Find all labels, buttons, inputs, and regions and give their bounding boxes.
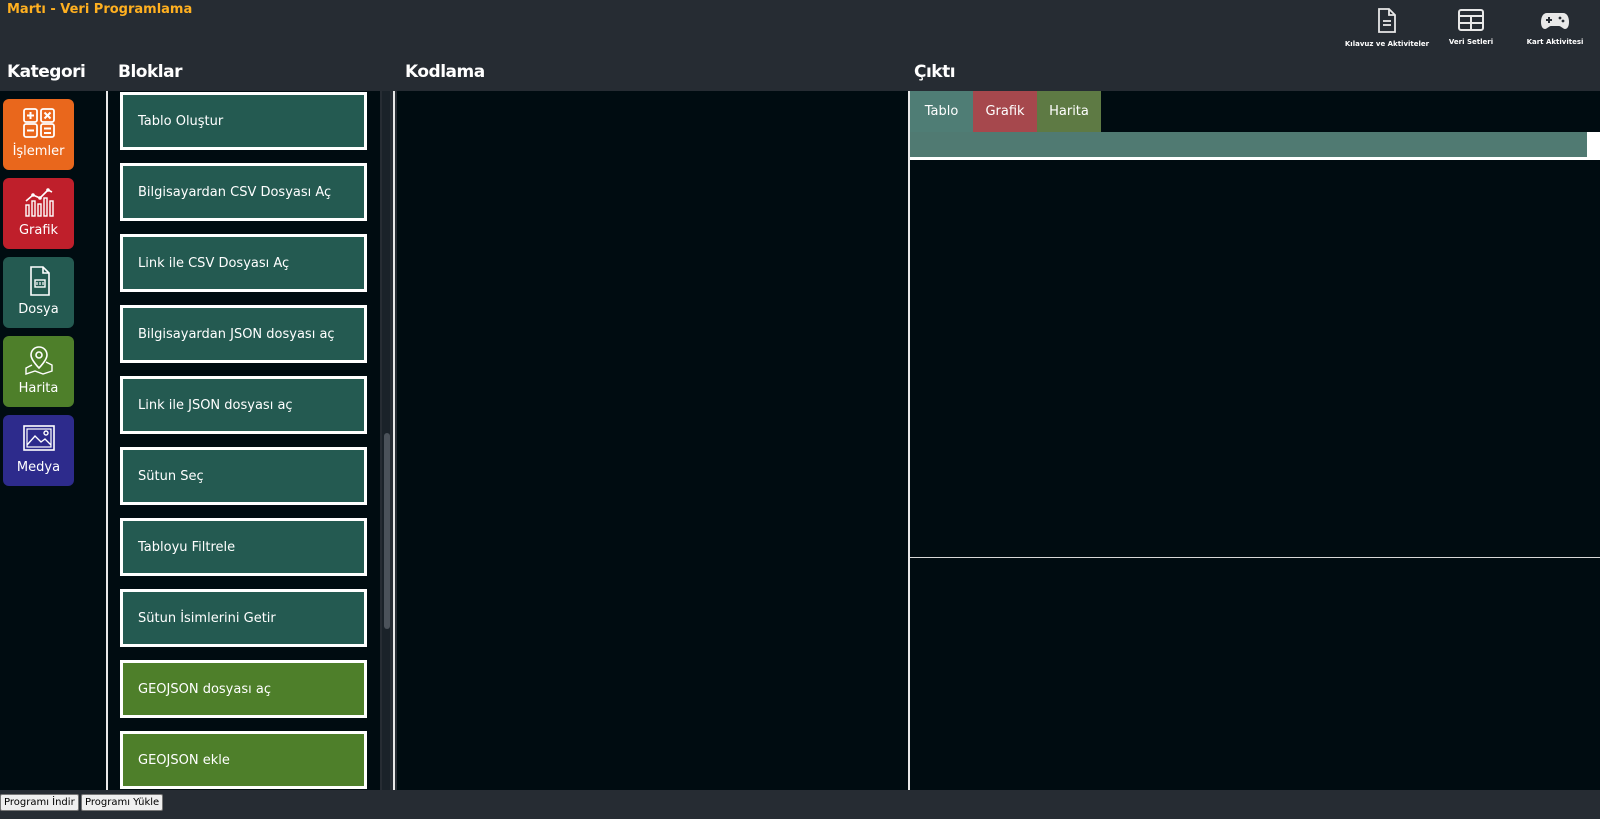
tab-tablo[interactable]: Tablo [910, 91, 973, 132]
blocks-panel: Tablo Oluştur Bilgisayardan CSV Dosyası … [108, 91, 380, 790]
category-panel: İşlemler Grafik Dosya Harita Medya [0, 91, 106, 790]
category-grafik[interactable]: Grafik [3, 178, 74, 249]
guide-activities-button[interactable]: Kılavuz ve Aktiviteler [1342, 8, 1432, 48]
card-activity-button[interactable]: Kart Aktivitesi [1510, 8, 1600, 46]
guide-activities-label: Kılavuz ve Aktiviteler [1344, 40, 1430, 48]
block-tabloyu-filtrele[interactable]: Tabloyu Filtrele [120, 518, 367, 576]
block-json-bilgisayardan[interactable]: Bilgisayardan JSON dosyası aç [120, 305, 367, 363]
output-split-line [910, 557, 1600, 558]
coding-header: Kodlama [405, 62, 485, 82]
table-icon [1458, 9, 1484, 31]
category-grafik-label: Grafik [18, 223, 59, 238]
output-header: Çıktı [914, 62, 956, 82]
category-dosya[interactable]: Dosya [3, 257, 74, 328]
category-dosya-label: Dosya [18, 302, 59, 317]
block-csv-link[interactable]: Link ile CSV Dosyası Aç [120, 234, 367, 292]
block-geojson-ekle[interactable]: GEOJSON ekle [120, 731, 367, 789]
chart-icon [24, 188, 54, 217]
category-harita[interactable]: Harita [3, 336, 74, 407]
block-csv-bilgisayardan[interactable]: Bilgisayardan CSV Dosyası Aç [120, 163, 367, 221]
document-icon [1378, 8, 1396, 33]
block-json-link[interactable]: Link ile JSON dosyası aç [120, 376, 367, 434]
coding-workspace[interactable] [397, 91, 908, 790]
category-islemler[interactable]: İşlemler [3, 99, 74, 170]
output-table-header [910, 132, 1587, 157]
category-harita-label: Harita [18, 381, 59, 396]
download-program-button[interactable]: Programı İndir [0, 794, 79, 811]
coding-left-divider [393, 91, 395, 790]
tab-grafik[interactable]: Grafik [973, 91, 1037, 132]
bottom-bar: Programı İndir Programı Yükle [0, 790, 1600, 819]
blocks-scrollbar-thumb[interactable] [384, 433, 390, 629]
block-geojson-ac[interactable]: GEOJSON dosyası aç [120, 660, 367, 718]
category-medya[interactable]: Medya [3, 415, 74, 486]
block-sutun-sec[interactable]: Sütun Seç [120, 447, 367, 505]
datasets-button[interactable]: Veri Setleri [1426, 8, 1516, 46]
category-medya-label: Medya [16, 460, 61, 475]
image-icon [22, 425, 55, 451]
map-pin-icon [24, 346, 53, 375]
blocks-header: Bloklar [118, 62, 182, 82]
upload-program-button[interactable]: Programı Yükle [81, 794, 164, 811]
file-icon [29, 266, 50, 296]
block-tablo-olustur[interactable]: Tablo Oluştur [120, 92, 367, 150]
gamepad-icon [1541, 13, 1569, 29]
calculator-icon [22, 108, 55, 138]
datasets-label: Veri Setleri [1448, 38, 1494, 46]
category-header: Kategori [7, 62, 86, 82]
app-title: Martı - Veri Programlama [7, 2, 193, 17]
card-activity-label: Kart Aktivitesi [1526, 38, 1584, 46]
output-panel: Tablo Grafik Harita [910, 91, 1600, 790]
tab-harita[interactable]: Harita [1037, 91, 1101, 132]
block-sutun-isimleri[interactable]: Sütun İsimlerini Getir [120, 589, 367, 647]
category-islemler-label: İşlemler [12, 144, 65, 159]
